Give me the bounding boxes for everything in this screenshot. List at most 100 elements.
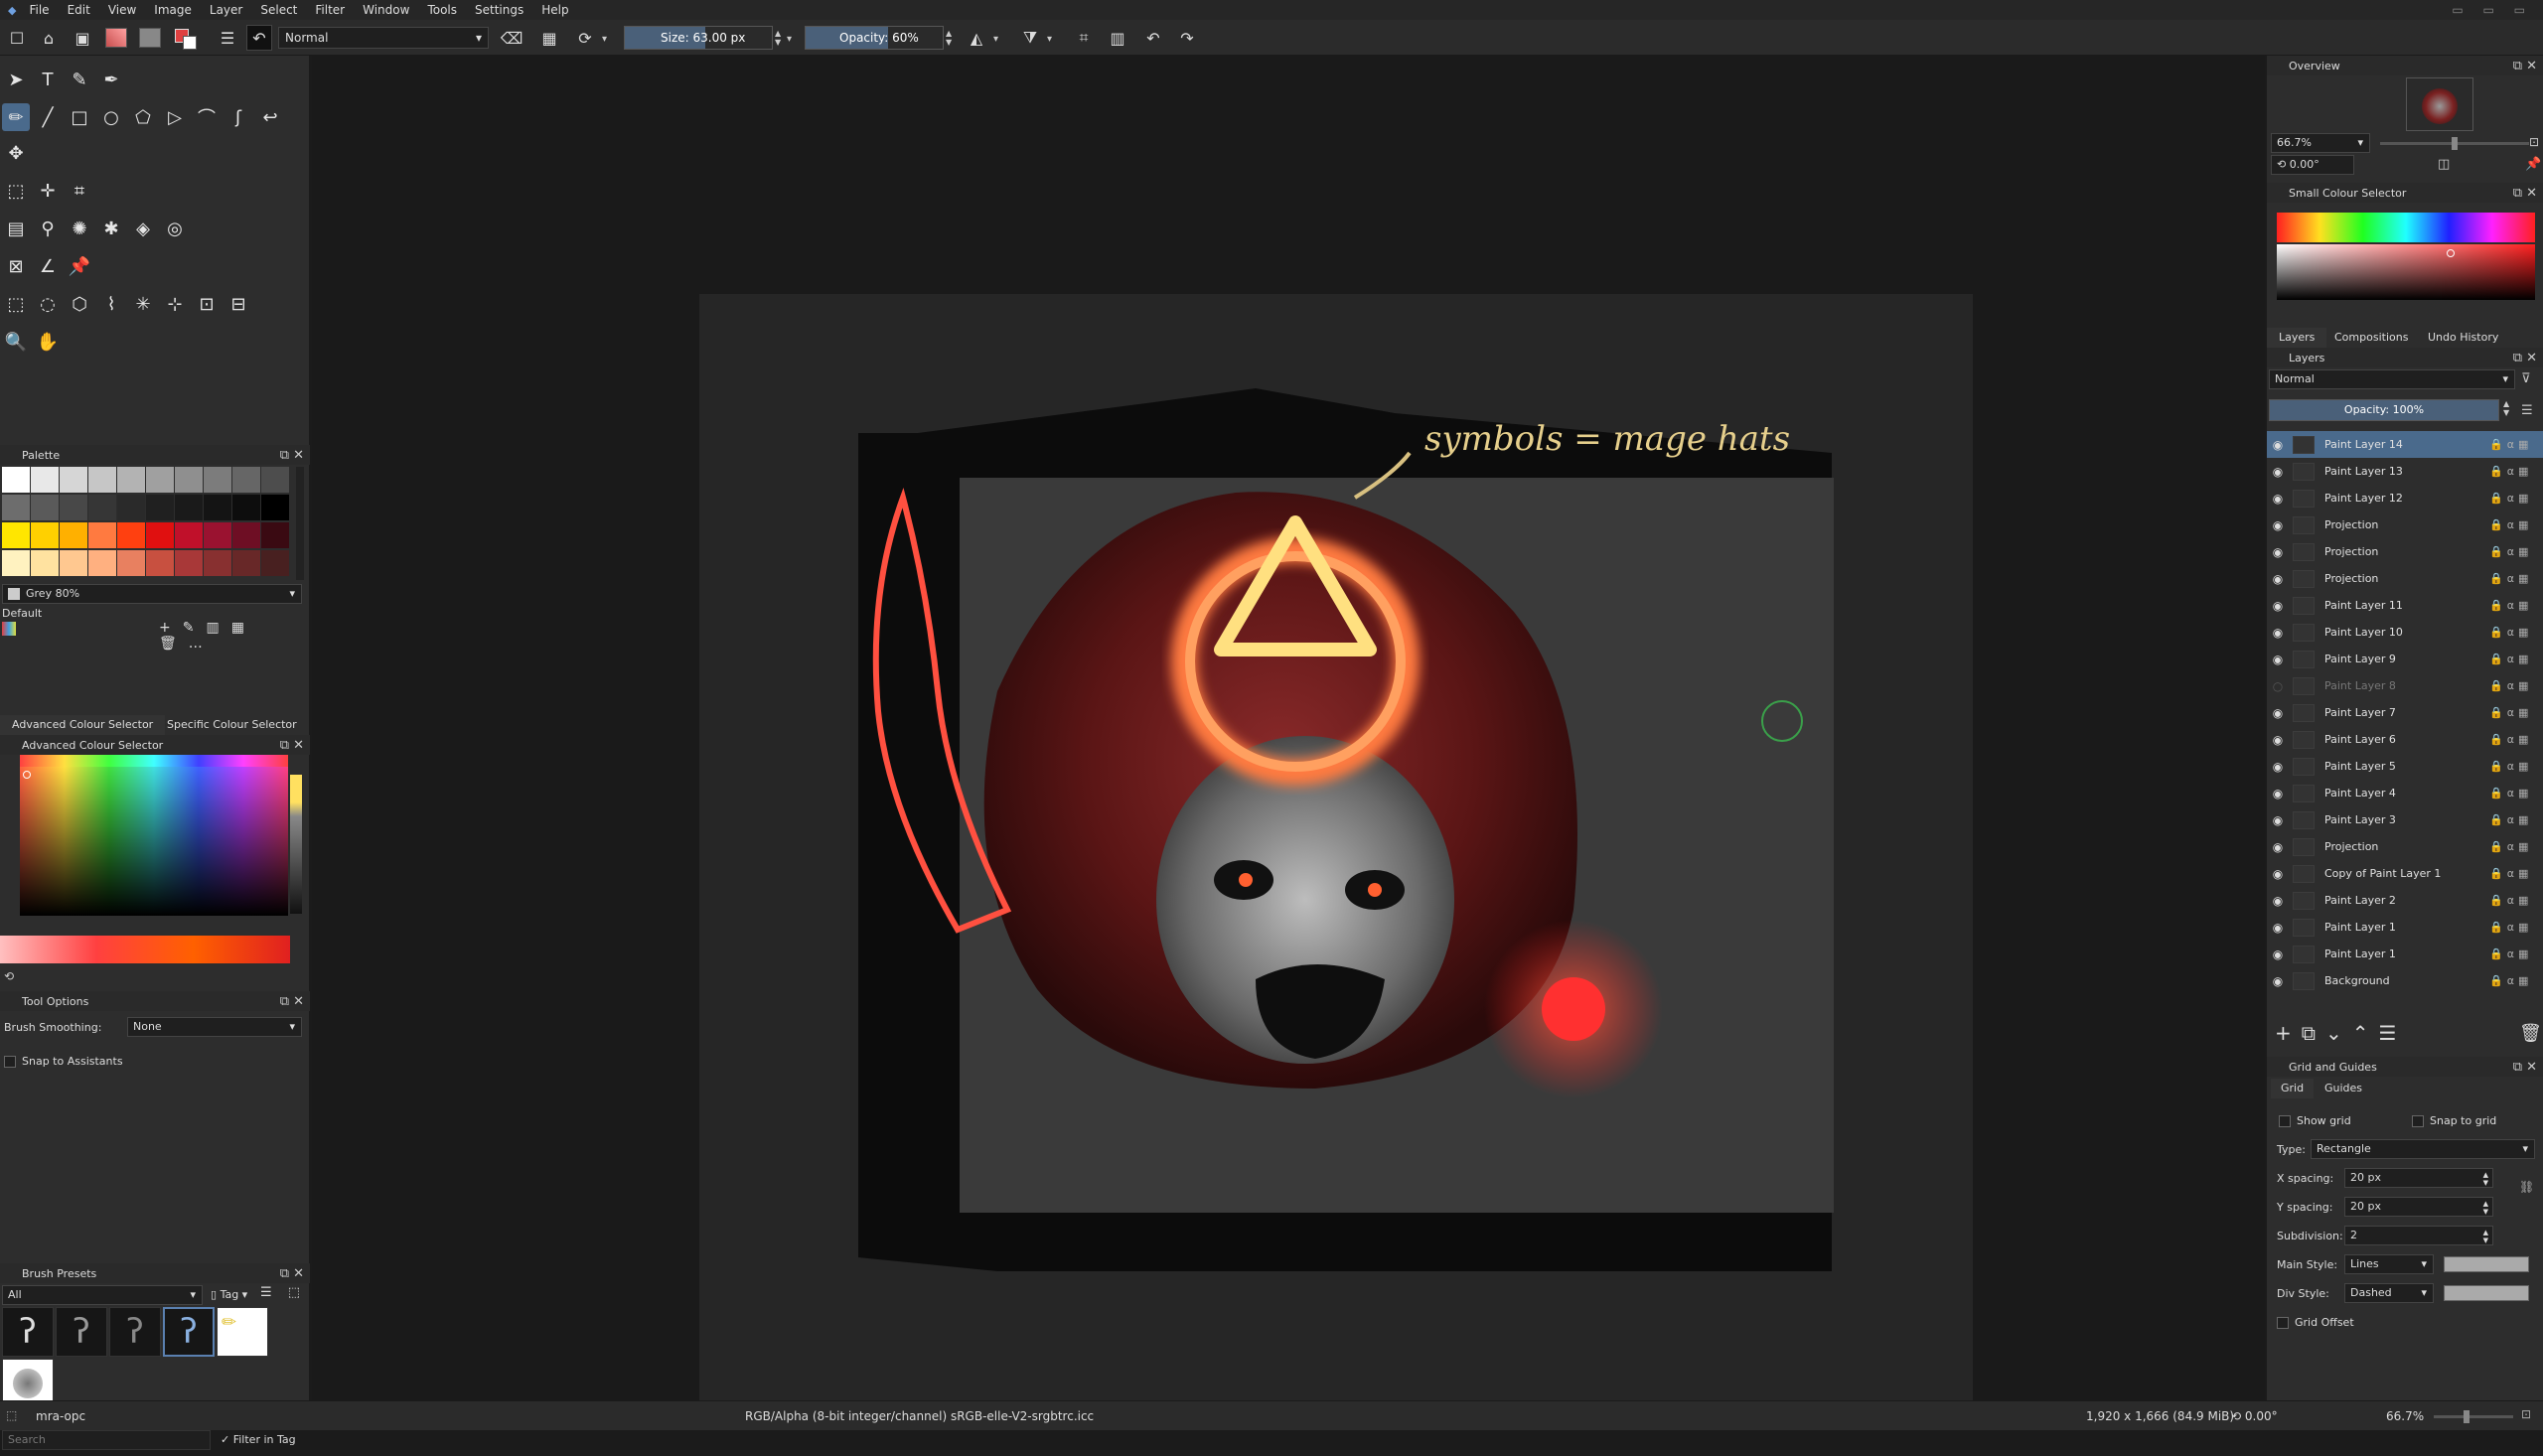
- grid-offset-checkbox[interactable]: Grid Offset: [2277, 1316, 2354, 1329]
- brush-size-slider[interactable]: Size: 63.00 px: [624, 26, 773, 50]
- palette-swatch[interactable]: [117, 467, 145, 493]
- visibility-eye-icon[interactable]: ◉: [2267, 465, 2289, 479]
- layer-property-icons[interactable]: 🔒α▦: [2489, 706, 2543, 719]
- palette-swatch[interactable]: [204, 550, 231, 576]
- size-stepper[interactable]: ▲ ▼: [775, 29, 781, 47]
- palette-swatch[interactable]: [31, 522, 59, 548]
- visibility-eye-icon[interactable]: ○: [2267, 679, 2289, 693]
- line-tool-icon[interactable]: ╱: [34, 103, 62, 131]
- palette-action-icons[interactable]: +✎▥▦🗑…: [159, 620, 310, 652]
- rect-select-tool-icon[interactable]: ⬚: [2, 290, 30, 318]
- tab-guides[interactable]: Guides: [2315, 1079, 2372, 1098]
- layer-row[interactable]: ◉ Paint Layer 5 🔒α▦: [2267, 753, 2543, 780]
- palette-swatch[interactable]: [88, 467, 116, 493]
- palette-swatch[interactable]: [232, 522, 260, 548]
- palette-swatch[interactable]: [261, 522, 289, 548]
- transform-tool-icon[interactable]: ⬚: [2, 177, 30, 205]
- visibility-eye-icon[interactable]: ◉: [2267, 840, 2289, 854]
- layer-row[interactable]: ◉ Paint Layer 9 🔒α▦: [2267, 646, 2543, 672]
- polygon-tool-icon[interactable]: ⬠: [129, 103, 157, 131]
- grid-guides-float-close-icons[interactable]: ⧉ ✕: [2513, 1060, 2537, 1075]
- wrap-around-icon[interactable]: ▥: [1105, 25, 1130, 51]
- y-spacing-field[interactable]: 20 px ▲ ▼: [2344, 1197, 2493, 1217]
- palette-swatch[interactable]: [175, 550, 203, 576]
- palette-swatch[interactable]: [204, 495, 231, 520]
- colour-wheel-area[interactable]: [20, 767, 288, 916]
- palette-swatch[interactable]: [31, 550, 59, 576]
- layer-row[interactable]: ◉ Paint Layer 10 🔒α▦: [2267, 619, 2543, 646]
- menu-edit[interactable]: Edit: [59, 3, 99, 17]
- brush-preset-2[interactable]: ʔ: [56, 1307, 107, 1357]
- menu-settings[interactable]: Settings: [466, 3, 532, 17]
- visibility-eye-icon[interactable]: ◉: [2267, 706, 2289, 720]
- layer-row[interactable]: ◉ Paint Layer 4 🔒α▦: [2267, 780, 2543, 806]
- reference-images-tool-icon[interactable]: 📌: [66, 252, 93, 280]
- layer-property-icons[interactable]: 🔒α▦: [2489, 974, 2543, 987]
- brush-search-input[interactable]: Search: [2, 1430, 211, 1450]
- similar-select-tool-icon[interactable]: ⊹: [161, 290, 189, 318]
- reload-dropdown-icon[interactable]: ▾: [602, 34, 607, 45]
- tag-button[interactable]: ▯ Tag ▾: [211, 1288, 247, 1301]
- palette-swatch[interactable]: [117, 522, 145, 548]
- bezier-select-tool-icon[interactable]: ⊡: [193, 290, 221, 318]
- ellipse-tool-icon[interactable]: ○: [97, 103, 125, 131]
- layer-row[interactable]: ◉ Paint Layer 13 🔒α▦: [2267, 458, 2543, 485]
- layer-filter-icon[interactable]: ⊽: [2521, 371, 2531, 386]
- layer-property-icons[interactable]: 🔒α▦: [2489, 492, 2543, 505]
- visibility-eye-icon[interactable]: ◉: [2267, 572, 2289, 586]
- overview-zoom-slider-handle[interactable]: [2452, 137, 2458, 150]
- brush-preset-4-selected[interactable]: ʔ: [163, 1307, 215, 1357]
- brush-smoothing-select[interactable]: None ▾: [127, 1017, 302, 1037]
- status-zoom-slider-handle[interactable]: [2464, 1410, 2469, 1423]
- overview-float-close-icons[interactable]: ⧉ ✕: [2513, 59, 2537, 73]
- menu-select[interactable]: Select: [251, 3, 306, 17]
- layer-action-icons[interactable]: +⧉⌄⌃☰: [2275, 1021, 2406, 1045]
- layer-row[interactable]: ◉ Paint Layer 1 🔒α▦: [2267, 914, 2543, 941]
- open-document-icon[interactable]: ⌂: [36, 25, 62, 51]
- snap-assistants-box[interactable]: [4, 1056, 16, 1068]
- snap-grid-box[interactable]: [2412, 1115, 2424, 1127]
- menu-help[interactable]: Help: [532, 3, 577, 17]
- reset-icon[interactable]: ⟲: [4, 969, 14, 983]
- layer-property-icons[interactable]: 🔒α▦: [2489, 572, 2543, 585]
- freehand-select-tool-icon[interactable]: ⌇: [97, 290, 125, 318]
- status-rotation[interactable]: ⟲ 0.00°: [2231, 1409, 2278, 1423]
- layer-property-icons[interactable]: 🔒α▦: [2489, 867, 2543, 880]
- contiguous-select-tool-icon[interactable]: ✳: [129, 290, 157, 318]
- pin-view-icon[interactable]: 📌: [2525, 157, 2541, 172]
- palette-swatch[interactable]: [88, 495, 116, 520]
- layer-row[interactable]: ◉ Projection 🔒α▦: [2267, 833, 2543, 860]
- layer-name[interactable]: Background: [2319, 974, 2489, 987]
- palette-swatch[interactable]: [146, 522, 174, 548]
- window-controls[interactable]: ▭ ▭ ▭: [2452, 3, 2543, 17]
- visibility-eye-icon[interactable]: ◉: [2267, 653, 2289, 666]
- brush-settings-icon[interactable]: ☰: [215, 25, 240, 51]
- bezier-tool-icon[interactable]: ⌒: [193, 103, 221, 131]
- palette-swatch[interactable]: [146, 495, 174, 520]
- zoom-tool-icon[interactable]: 🔍: [2, 328, 30, 356]
- layer-name[interactable]: Paint Layer 9: [2319, 653, 2489, 665]
- layer-row[interactable]: ◉ Copy of Paint Layer 1 🔒α▦: [2267, 860, 2543, 887]
- status-zoom-slider[interactable]: [2434, 1410, 2513, 1423]
- layer-row[interactable]: ◉ Projection 🔒α▦: [2267, 565, 2543, 592]
- document-canvas[interactable]: symbols = mage hats: [699, 294, 1973, 1400]
- size-dropdown-icon[interactable]: ▾: [787, 34, 792, 45]
- palette-swatch[interactable]: [60, 467, 87, 493]
- tab-undo-history[interactable]: Undo History: [2416, 328, 2510, 348]
- opacity-slider[interactable]: Opacity: 60%: [805, 26, 944, 50]
- layer-property-icons[interactable]: 🔒α▦: [2489, 813, 2543, 826]
- visibility-eye-icon[interactable]: ◉: [2267, 974, 2289, 988]
- brush-view-icons[interactable]: ☰ ⬚: [260, 1285, 306, 1300]
- opacity-stepper[interactable]: ▲ ▼: [946, 29, 952, 47]
- palette-swatch-grid[interactable]: [2, 467, 290, 580]
- layer-name[interactable]: Paint Layer 1: [2319, 947, 2489, 960]
- brush-preset-1[interactable]: ʔ: [2, 1307, 54, 1357]
- small-sv-area[interactable]: [2277, 244, 2535, 300]
- palette-selected-color[interactable]: Grey 80% ▾: [2, 584, 302, 604]
- layer-name[interactable]: Projection: [2319, 518, 2489, 531]
- layer-property-icons[interactable]: 🔒α▦: [2489, 438, 2543, 451]
- layer-name[interactable]: Projection: [2319, 840, 2489, 853]
- fit-view-icon[interactable]: ⊡: [2529, 135, 2539, 149]
- edit-shapes-tool-icon[interactable]: ✎: [66, 66, 93, 93]
- layer-property-icons[interactable]: 🔒α▦: [2489, 679, 2543, 692]
